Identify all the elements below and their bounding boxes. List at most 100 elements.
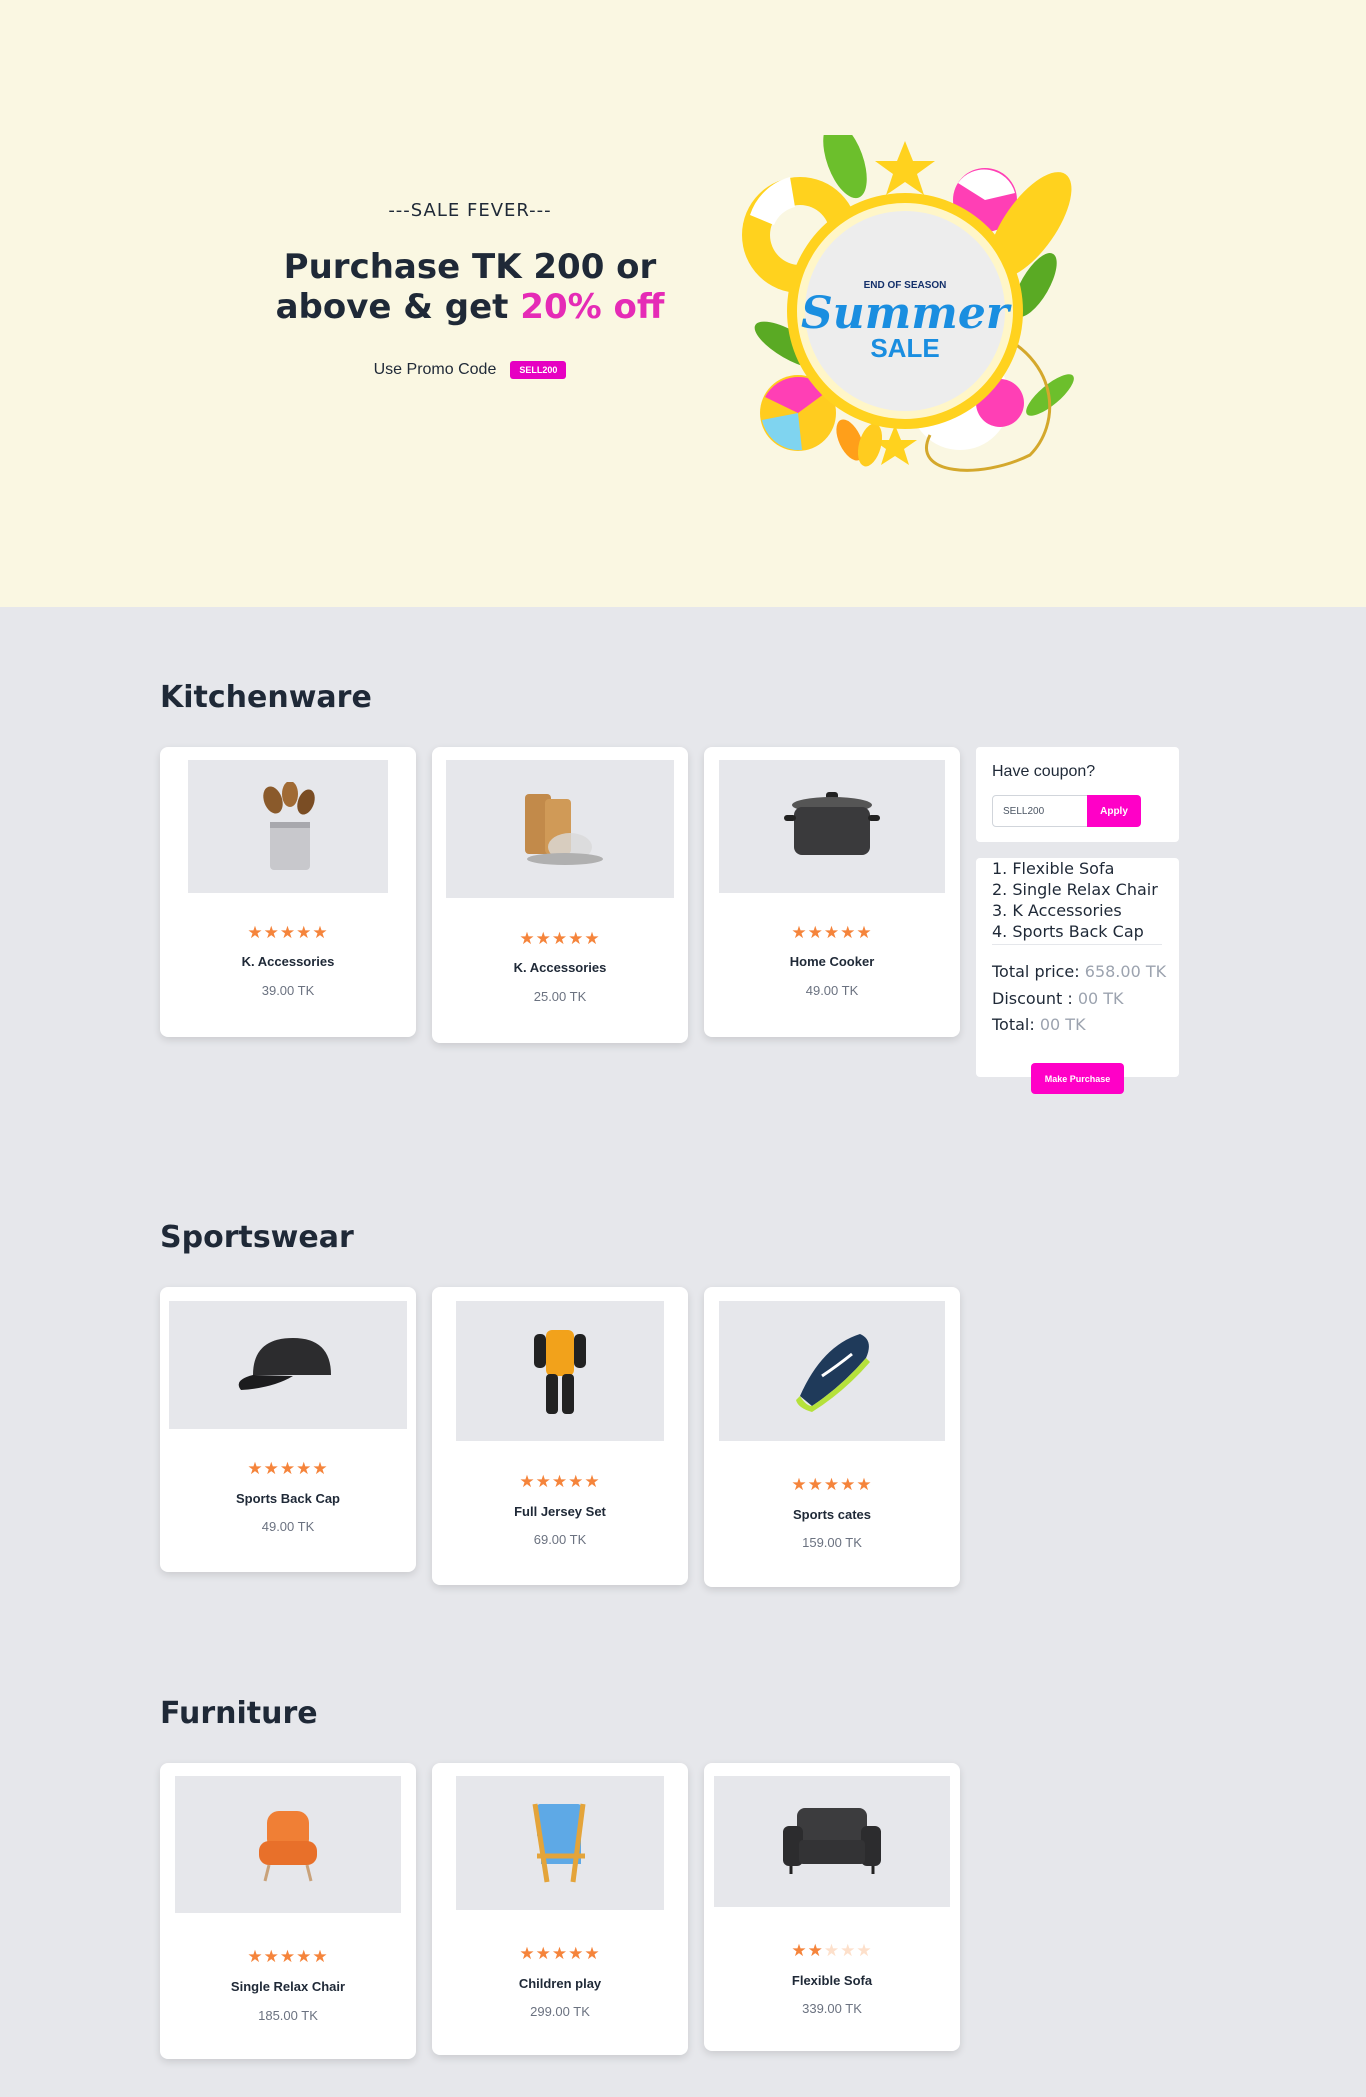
jersey-icon: [534, 1329, 586, 1414]
star-filled-icon: ★: [840, 923, 857, 942]
summer-sale-illustration: END OF SEASON Summer SALE: [742, 135, 1074, 472]
star-filled-icon: ★: [856, 1475, 873, 1494]
star-filled-icon: ★: [312, 1459, 329, 1478]
cart-item: 2. Single Relax Chair: [992, 880, 1158, 899]
star-filled-icon: ★: [296, 1459, 313, 1478]
star-filled-icon: ★: [807, 1941, 824, 1960]
product-card[interactable]: ★★★★★ Sports Back Cap 49.00 TK: [160, 1287, 416, 1572]
cart-item: 1. Flexible Sofa: [992, 859, 1115, 878]
product-card[interactable]: ★★★★★ K. Accessories 25.00 TK: [432, 747, 688, 1043]
promo-row: Use Promo Code SELL200: [230, 361, 710, 379]
star-filled-icon: ★: [247, 923, 264, 942]
product-card[interactable]: ★★★★★ Full Jersey Set 69.00 TK: [432, 1287, 688, 1585]
product-rating: ★★★★★: [704, 1475, 960, 1495]
star-filled-icon: ★: [247, 1459, 264, 1478]
product-rating: ★★★★★: [160, 1459, 416, 1479]
star-filled-icon: ★: [263, 1459, 280, 1478]
star-filled-icon: ★: [263, 923, 280, 942]
discount-value: 00 TK: [1077, 989, 1124, 1008]
cooking-pot-icon: [784, 791, 880, 855]
star-filled-icon: ★: [807, 1475, 824, 1494]
product-image: [456, 1776, 664, 1910]
star-filled-icon: ★: [312, 923, 329, 942]
star-empty-icon: ★: [823, 1941, 841, 1960]
product-price: 299.00 TK: [530, 2004, 590, 2019]
section-title-sportswear: Sportswear: [160, 1220, 354, 1255]
promo-label: Use Promo Code: [373, 361, 497, 378]
product-name: Children play: [518, 1976, 602, 1991]
section-title-furniture: Furniture: [160, 1696, 318, 1731]
star-filled-icon: ★: [296, 923, 313, 942]
star-filled-icon: ★: [551, 1472, 569, 1491]
discount-label: Discount :: [992, 989, 1073, 1008]
star-filled-icon: ★: [519, 1944, 536, 1963]
star-filled-icon: ★: [296, 1947, 313, 1966]
product-card[interactable]: ★★★★★ Home Cooker 49.00 TK: [704, 747, 960, 1037]
star-filled-icon: ★: [823, 923, 841, 942]
hero-text: ---SALE FEVER--- Purchase TK 200 or abov…: [230, 200, 710, 379]
product-card[interactable]: ★★★★★ K. Accessories 39.00 TK: [160, 747, 416, 1037]
total-price-label: Total price:: [992, 962, 1080, 981]
product-price: 69.00 TK: [533, 1532, 587, 1547]
hero-title: Purchase TK 200 or above & get 20% off: [230, 247, 710, 327]
product-name: K. Accessories: [241, 954, 335, 969]
product-name: Home Cooker: [789, 954, 875, 969]
hero-title-line1: Purchase TK 200 or: [283, 247, 657, 287]
grand-total-value: 00 TK: [1039, 1015, 1086, 1034]
star-filled-icon: ★: [519, 1472, 536, 1491]
cart-item: 4. Sports Back Cap: [992, 922, 1144, 941]
total-price-value: 658.00 TK: [1084, 962, 1167, 981]
product-card[interactable]: ★★★★★ Flexible Sofa 339.00 TK: [704, 1763, 960, 2051]
armchair-icon: [259, 1810, 317, 1881]
coupon-input[interactable]: [992, 795, 1088, 827]
star-filled-icon: ★: [791, 923, 808, 942]
star-filled-icon: ★: [247, 1947, 264, 1966]
star-filled-icon: ★: [535, 1472, 552, 1491]
total-price-row: Total price: 658.00 TK: [992, 962, 1166, 981]
product-image: [456, 1301, 664, 1441]
product-card[interactable]: ★★★★★ Sports cates 159.00 TK: [704, 1287, 960, 1587]
product-price: 185.00 TK: [258, 2008, 318, 2023]
product-name: Sports Back Cap: [235, 1491, 341, 1506]
product-price: 25.00 TK: [533, 989, 587, 1004]
sofa-icon: [783, 1807, 881, 1874]
cutting-board-icon: [525, 794, 603, 865]
product-image: [446, 760, 674, 898]
star-filled-icon: ★: [535, 929, 552, 948]
product-rating: ★★★★★: [432, 1944, 688, 1964]
star-filled-icon: ★: [263, 1947, 280, 1966]
hero-title-highlight: 20% off: [520, 287, 665, 327]
star-filled-icon: ★: [279, 1947, 297, 1966]
grand-total-label: Total:: [992, 1015, 1035, 1034]
folding-chair-icon: [532, 1803, 586, 1883]
product-image: [719, 760, 945, 893]
product-image: [188, 760, 388, 893]
utensil-holder-icon: [263, 781, 315, 870]
product-image: [714, 1776, 950, 1907]
product-card[interactable]: ★★★★★ Single Relax Chair 185.00 TK: [160, 1763, 416, 2059]
apply-coupon-button[interactable]: Apply: [1087, 795, 1141, 827]
hero-title-line2: above & get: [275, 287, 521, 327]
coupon-label: Have coupon?: [992, 763, 1096, 780]
cart-item: 3. K Accessories: [992, 901, 1122, 920]
product-price: 159.00 TK: [802, 1535, 862, 1550]
star-filled-icon: ★: [535, 1944, 552, 1963]
hero-banner: ---SALE FEVER--- Purchase TK 200 or abov…: [0, 0, 1366, 607]
cart-panel: 1. Flexible Sofa 2. Single Relax Chair 3…: [976, 858, 1179, 1077]
product-card[interactable]: ★★★★★ Children play 299.00 TK: [432, 1763, 688, 2055]
star-empty-icon: ★: [856, 1941, 873, 1960]
product-rating: ★★★★★: [432, 1472, 688, 1492]
product-image: [719, 1301, 945, 1441]
star-filled-icon: ★: [568, 1472, 585, 1491]
hero-eyebrow: ---SALE FEVER---: [388, 200, 552, 221]
star-filled-icon: ★: [312, 1947, 329, 1966]
product-rating: ★★★★★: [432, 929, 688, 949]
section-title-kitchenware: Kitchenware: [160, 680, 372, 715]
star-filled-icon: ★: [584, 1472, 601, 1491]
sneaker-icon: [796, 1334, 870, 1412]
product-rating: ★★★★★: [160, 1947, 416, 1967]
coupon-panel: Have coupon? Apply: [976, 747, 1179, 842]
cap-icon: [238, 1338, 331, 1390]
product-image: [169, 1301, 407, 1429]
make-purchase-button[interactable]: Make Purchase: [1031, 1063, 1124, 1094]
